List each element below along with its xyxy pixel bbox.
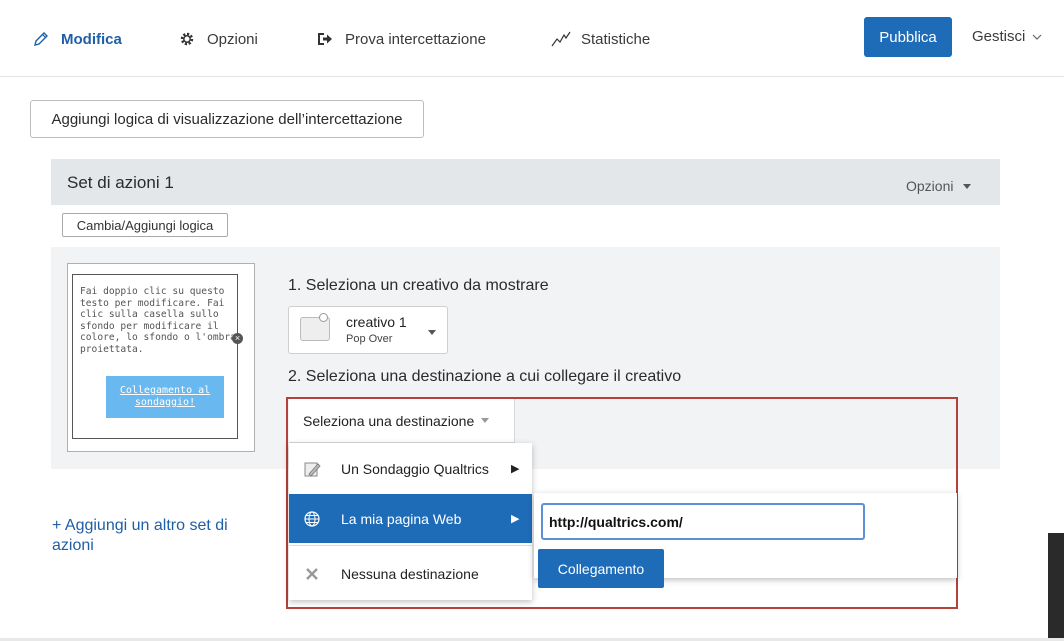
popover-icon-dot (319, 313, 328, 322)
manage-label: Gestisci (972, 28, 1026, 45)
options-label: Opzioni (906, 178, 954, 194)
chart-line-icon (550, 28, 572, 50)
destination-dropdown-label: Seleziona una destinazione (303, 412, 475, 429)
triangle-right-icon: ▶ (511, 463, 520, 475)
menu-item-label: La mia pagina Web (341, 510, 462, 527)
creative-type: Pop Over (346, 333, 393, 345)
destination-menu: Un Sondaggio Qualtrics ▶ La mia pagina W… (289, 443, 532, 600)
nav-tab-label: Opzioni (207, 30, 258, 48)
pencil-icon (30, 28, 52, 50)
step-2-label: 2. Seleziona una destinazione a cui coll… (288, 368, 682, 385)
nav-tab-prova-intercettazione[interactable]: Prova intercettazione (314, 28, 486, 50)
manage-menu[interactable]: Gestisci (972, 28, 1042, 45)
creative-preview-link: Collegamento al sondaggio! (106, 376, 224, 418)
gear-icon (176, 28, 198, 50)
action-set-options-menu[interactable]: Opzioni (906, 178, 972, 194)
no-destination-icon (303, 565, 321, 583)
change-logic-button[interactable]: Cambia/Aggiungi logica (62, 213, 228, 237)
url-input[interactable] (541, 503, 865, 540)
triangle-right-icon: ▶ (511, 513, 520, 525)
caret-down-icon (963, 183, 972, 189)
nav-tab-statistiche[interactable]: Statistiche (550, 28, 650, 50)
add-action-set-link[interactable]: + Aggiungi un altro set di azioni (52, 516, 272, 556)
nav-tab-label: Modifica (61, 30, 122, 48)
nav-tab-label: Statistiche (581, 30, 651, 48)
action-set-title: Set di azioni 1 (67, 173, 174, 192)
menu-item-label: Un Sondaggio Qualtrics (341, 460, 489, 477)
arrow-in-icon (314, 28, 336, 50)
caret-down-icon (481, 418, 490, 423)
nav-tab-opzioni[interactable]: Opzioni (176, 28, 258, 50)
caret-down-icon (428, 330, 436, 335)
survey-icon (303, 460, 321, 478)
destination-dropdown[interactable]: Seleziona una destinazione (289, 399, 515, 443)
nav-tab-label: Prova intercettazione (345, 30, 486, 48)
menu-divider (289, 545, 532, 546)
nav-tab-modifica[interactable]: Modifica (30, 28, 122, 50)
feedback-side-tab[interactable] (1048, 533, 1064, 641)
publish-button[interactable]: Pubblica (864, 17, 952, 57)
chevron-down-icon (1032, 28, 1042, 45)
action-set-header (51, 159, 1000, 205)
creative-preview-text: Fai doppio clic su questo testo per modi… (80, 286, 236, 355)
menu-item-qualtrics-survey[interactable]: Un Sondaggio Qualtrics ▶ (289, 443, 532, 494)
close-icon: × (232, 333, 243, 344)
add-display-logic-button[interactable]: Aggiungi logica di visualizzazione dell’… (30, 100, 424, 138)
menu-item-no-destination[interactable]: Nessuna destinazione (289, 551, 532, 597)
menu-item-my-webpage[interactable]: La mia pagina Web ▶ (289, 494, 532, 543)
link-button[interactable]: Collegamento (538, 549, 664, 588)
step-1-label: 1. Seleziona un creativo da mostrare (288, 277, 549, 294)
creative-name: creativo 1 (346, 314, 407, 330)
globe-icon (303, 510, 321, 528)
menu-item-label: Nessuna destinazione (341, 566, 479, 582)
